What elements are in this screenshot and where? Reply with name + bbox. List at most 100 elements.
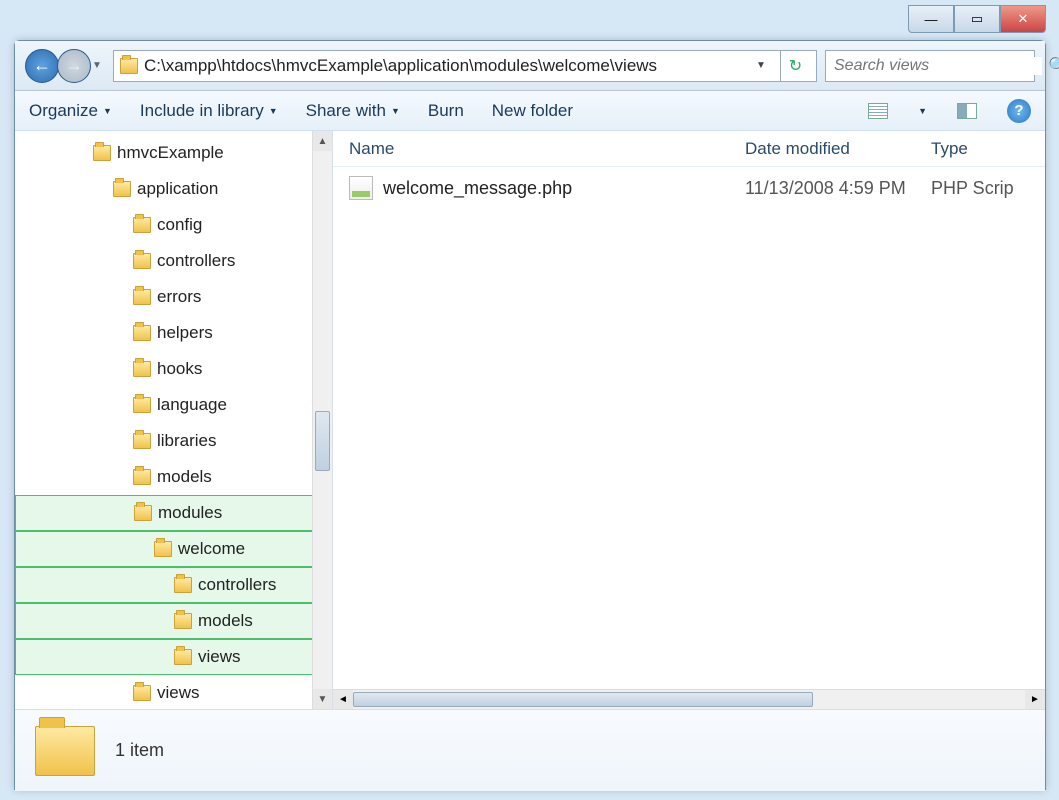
include-in-library-button[interactable]: Include in library▼: [140, 101, 278, 121]
file-date: 11/13/2008 4:59 PM: [745, 178, 931, 199]
scroll-thumb[interactable]: [315, 411, 330, 471]
column-headers[interactable]: Name Date modified Type: [333, 131, 1045, 167]
tree-label: models: [157, 467, 212, 487]
explorer-window: — ▭ ✕ ← → ▼ C:\xampp\htdocs\hmvcExample\…: [14, 40, 1046, 790]
hscroll-thumb[interactable]: [353, 692, 813, 707]
view-dropdown[interactable]: ▼: [918, 106, 927, 116]
forward-button[interactable]: →: [57, 49, 91, 83]
tree-label: config: [157, 215, 202, 235]
window-controls: — ▭ ✕: [908, 5, 1046, 33]
status-text: 1 item: [115, 740, 164, 761]
file-icon: [349, 176, 373, 200]
scroll-right-icon[interactable]: ►: [1025, 690, 1045, 709]
nav-arrows: ← → ▼: [25, 49, 105, 83]
scroll-left-icon[interactable]: ◄: [333, 690, 353, 709]
tree-label: helpers: [157, 323, 213, 343]
tree-item[interactable]: hooks: [15, 351, 332, 387]
folder-icon: [133, 397, 151, 413]
folder-icon: [133, 253, 151, 269]
folder-icon: [133, 685, 151, 701]
folder-icon: [133, 361, 151, 377]
tree-item[interactable]: views: [15, 675, 332, 709]
tree-item[interactable]: language: [15, 387, 332, 423]
tree-item[interactable]: welcome: [15, 531, 332, 567]
tree-item[interactable]: hmvcExample: [15, 135, 332, 171]
folder-icon: [174, 649, 192, 665]
folder-icon: [154, 541, 172, 557]
search-icon: 🔍: [1048, 56, 1059, 76]
file-row[interactable]: welcome_message.php11/13/2008 4:59 PMPHP…: [333, 167, 1045, 209]
folder-icon: [113, 181, 131, 197]
tree-item[interactable]: config: [15, 207, 332, 243]
folder-icon: [35, 726, 95, 776]
view-options-button[interactable]: [866, 99, 890, 123]
file-list: welcome_message.php11/13/2008 4:59 PMPHP…: [333, 167, 1045, 209]
tree-label: application: [137, 179, 218, 199]
organize-button[interactable]: Organize▼: [29, 101, 112, 121]
tree-scrollbar[interactable]: ▲ ▼: [312, 131, 332, 709]
tree-item[interactable]: controllers: [15, 567, 332, 603]
tree-item[interactable]: errors: [15, 279, 332, 315]
share-with-button[interactable]: Share with▼: [306, 101, 400, 121]
tree-item[interactable]: libraries: [15, 423, 332, 459]
tree-label: hooks: [157, 359, 202, 379]
folder-icon: [93, 145, 111, 161]
toolbar: Organize▼ Include in library▼ Share with…: [15, 91, 1045, 131]
file-list-pane: Name Date modified Type welcome_message.…: [333, 131, 1045, 709]
tree-label: errors: [157, 287, 201, 307]
search-input[interactable]: [834, 57, 1042, 75]
back-button[interactable]: ←: [25, 49, 59, 83]
tree-label: modules: [158, 503, 222, 523]
folder-icon: [133, 217, 151, 233]
close-button[interactable]: ✕: [1000, 5, 1046, 33]
minimize-button[interactable]: —: [908, 5, 954, 33]
folder-icon: [133, 433, 151, 449]
tree-label: hmvcExample: [117, 143, 224, 163]
maximize-button[interactable]: ▭: [954, 5, 1000, 33]
column-name[interactable]: Name: [349, 139, 745, 159]
folder-icon: [133, 469, 151, 485]
preview-pane-button[interactable]: [955, 99, 979, 123]
folder-icon: [174, 577, 192, 593]
address-dropdown[interactable]: ▼: [756, 60, 772, 71]
tree-item[interactable]: application: [15, 171, 332, 207]
tree-label: views: [198, 647, 241, 667]
new-folder-button[interactable]: New folder: [492, 101, 573, 121]
column-date[interactable]: Date modified: [745, 139, 931, 159]
help-button[interactable]: ?: [1007, 99, 1031, 123]
tree-label: models: [198, 611, 253, 631]
address-bar[interactable]: C:\xampp\htdocs\hmvcExample\application\…: [113, 50, 817, 82]
folder-tree-pane: hmvcExample application config controllers e…: [15, 131, 333, 709]
tree-item[interactable]: views: [15, 639, 332, 675]
tree-item[interactable]: models: [15, 603, 332, 639]
folder-tree: hmvcExample application config controllers e…: [15, 131, 332, 709]
tree-label: controllers: [157, 251, 235, 271]
column-type[interactable]: Type: [931, 139, 1045, 159]
tree-item[interactable]: controllers: [15, 243, 332, 279]
search-box[interactable]: 🔍: [825, 50, 1035, 82]
body-area: hmvcExample application config controllers e…: [15, 131, 1045, 709]
status-bar: 1 item: [15, 709, 1045, 791]
tree-label: libraries: [157, 431, 217, 451]
horizontal-scrollbar[interactable]: ◄ ►: [333, 689, 1045, 709]
folder-icon: [120, 58, 138, 74]
folder-icon: [133, 325, 151, 341]
nav-history-dropdown[interactable]: ▼: [89, 49, 105, 83]
tree-item[interactable]: modules: [15, 495, 332, 531]
folder-icon: [134, 505, 152, 521]
file-name: welcome_message.php: [383, 178, 745, 199]
file-type: PHP Scrip: [931, 178, 1014, 199]
burn-button[interactable]: Burn: [428, 101, 464, 121]
nav-bar: ← → ▼ C:\xampp\htdocs\hmvcExample\applic…: [15, 41, 1045, 91]
address-text: C:\xampp\htdocs\hmvcExample\application\…: [144, 56, 750, 76]
tree-label: views: [157, 683, 200, 703]
scroll-up-icon[interactable]: ▲: [313, 131, 332, 151]
refresh-button[interactable]: ↻: [780, 51, 810, 81]
scroll-down-icon[interactable]: ▼: [313, 689, 332, 709]
tree-item[interactable]: helpers: [15, 315, 332, 351]
tree-item[interactable]: models: [15, 459, 332, 495]
tree-label: welcome: [178, 539, 245, 559]
folder-icon: [174, 613, 192, 629]
tree-label: controllers: [198, 575, 276, 595]
tree-label: language: [157, 395, 227, 415]
